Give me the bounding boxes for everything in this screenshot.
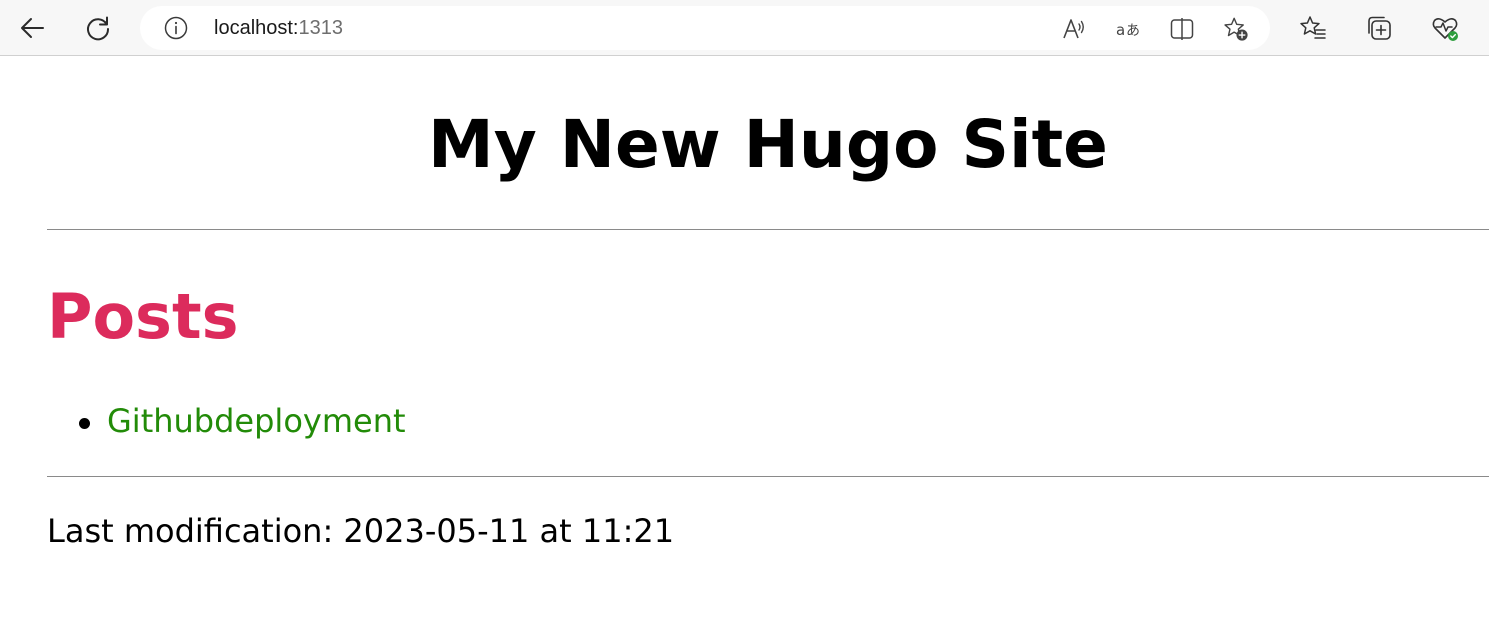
browser-toolbar: localhost:1313 a あ <box>0 0 1489 56</box>
svg-text:あ: あ <box>1126 23 1140 39</box>
translate-icon: a あ <box>1116 21 1140 39</box>
add-favorite-button[interactable] <box>1223 16 1249 42</box>
header-divider <box>47 229 1489 230</box>
add-favorite-icon <box>1224 17 1248 41</box>
back-button[interactable] <box>14 10 50 46</box>
page-content: My New Hugo Site Posts Githubdeployment … <box>0 57 1489 629</box>
post-link[interactable]: Githubdeployment <box>107 402 406 440</box>
refresh-icon <box>87 16 110 41</box>
bullet-icon <box>79 418 90 429</box>
browser-essentials-button[interactable] <box>1427 10 1463 46</box>
address-bar[interactable]: localhost:1313 a あ <box>140 6 1270 50</box>
collections-icon <box>1368 16 1391 40</box>
svg-text:a: a <box>1116 21 1125 39</box>
post-list: Githubdeployment <box>47 399 406 443</box>
favorites-button[interactable] <box>1295 10 1331 46</box>
favorites-icon <box>1300 16 1326 39</box>
split-screen-icon <box>1170 18 1194 40</box>
list-item: Githubdeployment <box>47 399 406 443</box>
address-port: 1313 <box>298 17 344 39</box>
address-url[interactable]: localhost:1313 <box>214 17 343 39</box>
refresh-button[interactable] <box>80 10 116 46</box>
collections-button[interactable] <box>1361 10 1397 46</box>
section-title: Posts <box>47 280 239 353</box>
back-arrow-icon <box>21 18 44 38</box>
last-modification: Last modification: 2023-05-11 at 11:21 <box>47 512 675 550</box>
footer-divider <box>47 476 1489 477</box>
site-info-icon[interactable] <box>164 16 188 40</box>
site-title: My New Hugo Site <box>428 106 1108 183</box>
translate-button[interactable]: a あ <box>1115 16 1141 42</box>
browser-essentials-icon <box>1432 18 1458 41</box>
split-screen-button[interactable] <box>1169 16 1195 42</box>
read-aloud-icon <box>1063 19 1084 39</box>
address-host: localhost: <box>214 17 299 39</box>
read-aloud-button[interactable] <box>1061 16 1087 42</box>
